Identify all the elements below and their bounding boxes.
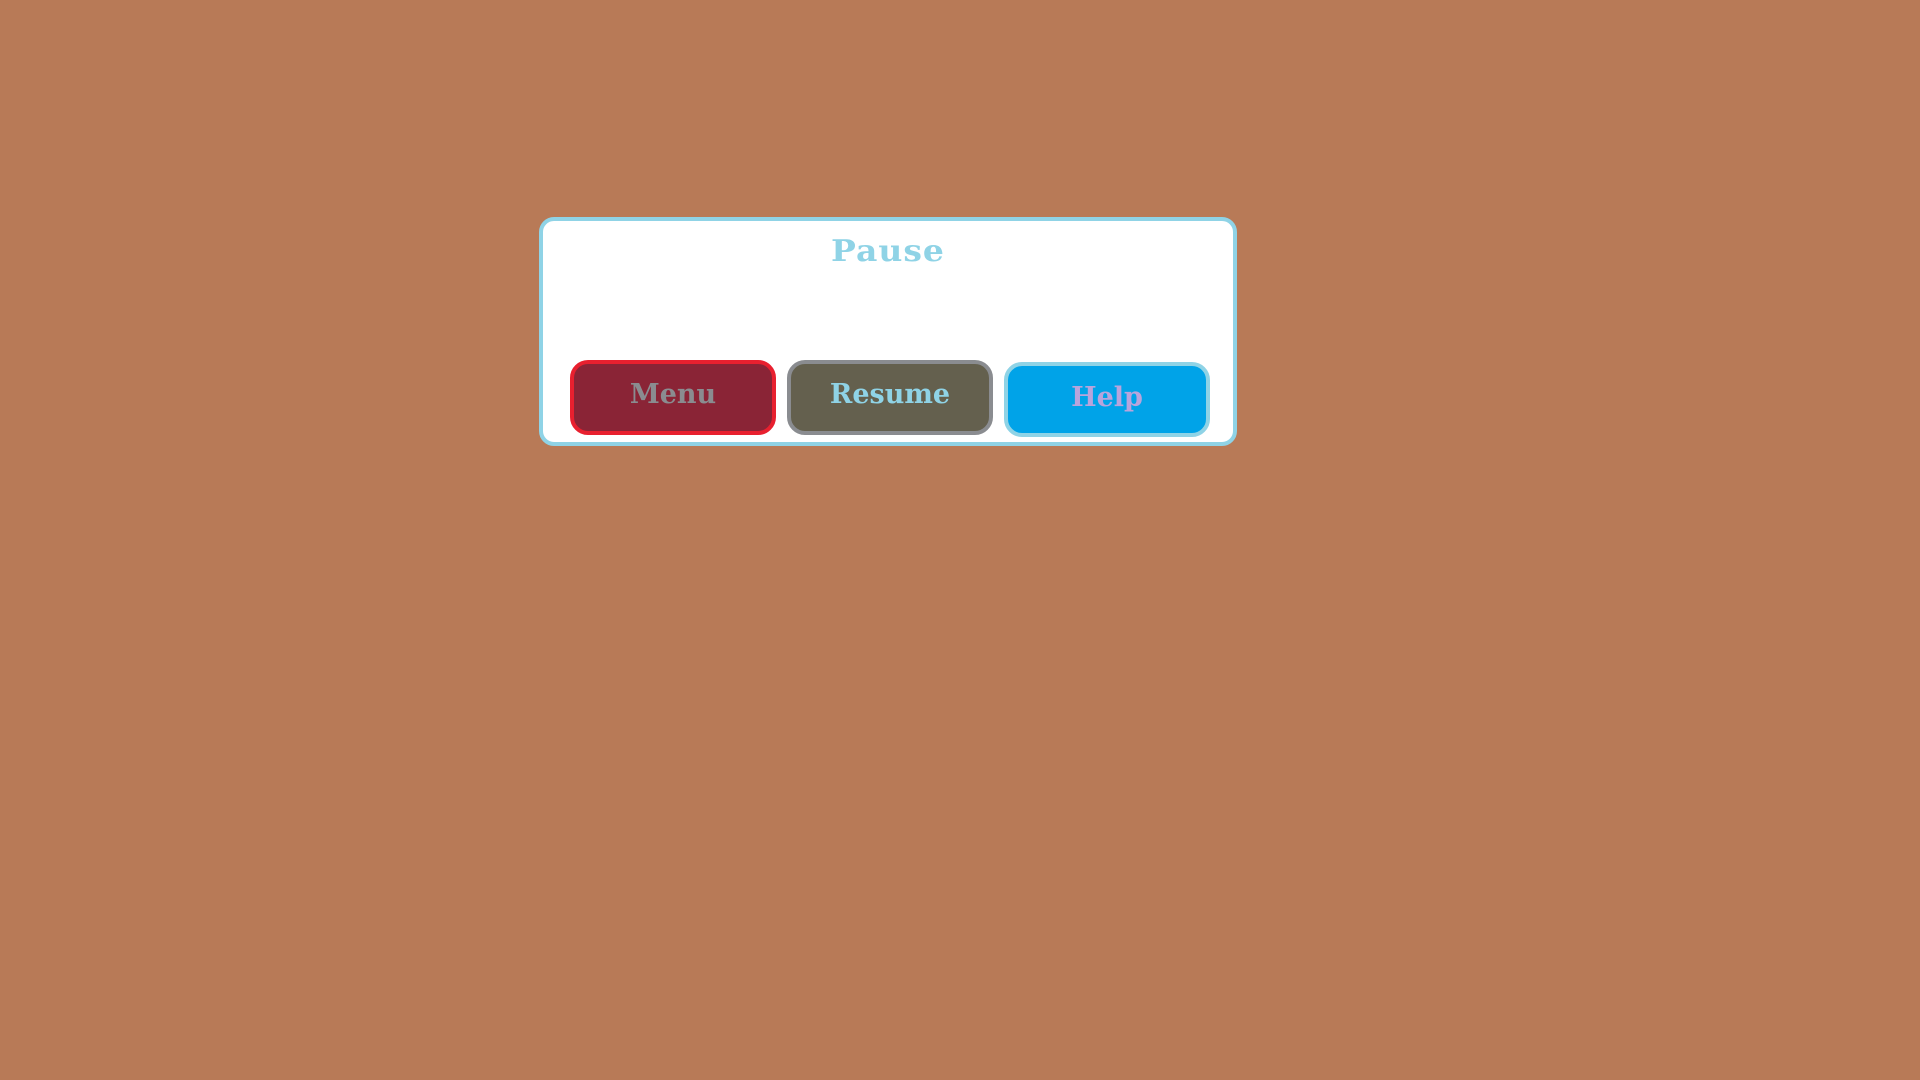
- pause-title: Pause: [831, 232, 945, 269]
- help-button[interactable]: Help: [1004, 362, 1210, 437]
- menu-button[interactable]: Menu: [570, 360, 776, 435]
- resume-button[interactable]: Resume: [787, 360, 993, 435]
- pause-dialog: Pause Menu Resume Help: [539, 217, 1237, 446]
